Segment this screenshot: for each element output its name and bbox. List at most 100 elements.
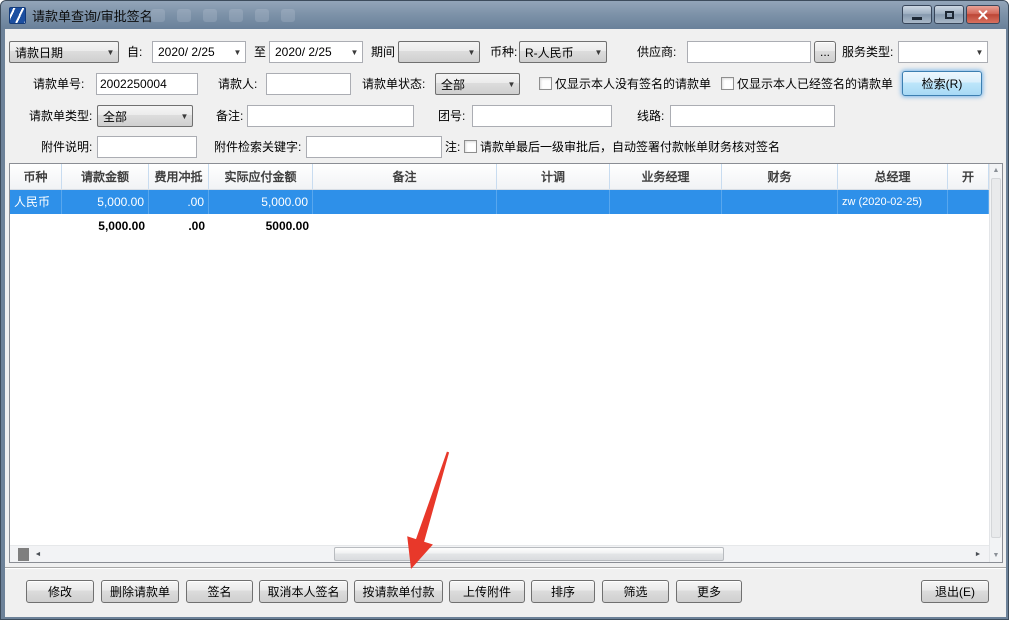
- auto-sign-checkbox[interactable]: [464, 140, 477, 153]
- bill-no-input[interactable]: [96, 73, 198, 95]
- table-row-selected[interactable]: 人民币 5,000.00 .00 5,000.00 zw (2020-02-25…: [10, 190, 989, 214]
- cell-general-manager-signature: zw (2020-02-25): [838, 190, 948, 214]
- col-header[interactable]: 计调: [497, 164, 610, 189]
- cell-request-amount: 5,000.00: [62, 190, 149, 214]
- pay-by-bill-button[interactable]: 按请款单付款: [354, 580, 443, 603]
- maximize-button[interactable]: [934, 5, 964, 24]
- only-unsigned-label: 仅显示本人没有签名的请款单: [555, 73, 711, 95]
- app-window: 请款单查询/审批签名 请款日期 ▼ 自: 2020/ 2/25 ▼ 至 2020…: [0, 0, 1009, 620]
- col-header[interactable]: 实际应付金额: [209, 164, 313, 189]
- supplier-label: 供应商:: [637, 41, 676, 63]
- table-summary-row: 5,000.00 .00 5000.00: [10, 214, 989, 238]
- period-select[interactable]: ▼: [398, 41, 480, 63]
- scroll-left-icon[interactable]: ◄: [31, 548, 45, 561]
- exit-button[interactable]: 退出(E): [921, 580, 989, 603]
- scroll-down-icon[interactable]: ▼: [990, 549, 1002, 562]
- app-icon: [9, 7, 26, 24]
- scrollbar-grip: [18, 548, 29, 561]
- currency-select[interactable]: R-人民币 ▼: [519, 41, 607, 63]
- footer-toolbar: 修改 删除请款单 签名 取消本人签名 按请款单付款 上传附件 排序 筛选 更多 …: [5, 569, 1006, 617]
- cell-currency: 人民币: [10, 190, 62, 214]
- cancel-sign-button[interactable]: 取消本人签名: [259, 580, 348, 603]
- minimize-icon: [912, 17, 922, 20]
- status-label: 请款单状态:: [362, 73, 425, 95]
- only-unsigned-checkbox[interactable]: [539, 77, 552, 90]
- currency-value: R-人民币: [520, 44, 591, 61]
- horizontal-scroll-thumb[interactable]: [334, 547, 724, 561]
- titlebar-ghost-icons: [151, 9, 295, 22]
- only-signed-checkbox[interactable]: [721, 77, 734, 90]
- applicant-input[interactable]: [266, 73, 351, 95]
- titlebar[interactable]: 请款单查询/审批签名: [1, 1, 1008, 29]
- col-header[interactable]: 费用冲抵: [149, 164, 209, 189]
- upload-attachment-button[interactable]: 上传附件: [449, 580, 525, 603]
- chevron-down-icon: ▼: [103, 48, 118, 57]
- bill-type-label: 请款单类型:: [29, 105, 92, 127]
- cell-finance: [722, 190, 838, 214]
- status-select[interactable]: 全部 ▼: [435, 73, 520, 95]
- chevron-down-icon: ▼: [230, 48, 245, 57]
- group-no-input[interactable]: [472, 105, 612, 127]
- chevron-down-icon: ▼: [504, 80, 519, 89]
- attachment-desc-input[interactable]: [97, 136, 197, 158]
- attachment-keyword-label: 附件检索关键字:: [214, 136, 301, 158]
- date-from-label: 自:: [127, 41, 142, 63]
- table-header-row: 币种 请款金额 费用冲抵 实际应付金额 备注 计调 业务经理 财务 总经理 开: [10, 164, 989, 190]
- auto-sign-label: 请款单最后一级审批后，自动签署付款帐单财务核对签名: [480, 136, 780, 158]
- attachment-desc-label: 附件说明:: [41, 136, 92, 158]
- route-input[interactable]: [670, 105, 835, 127]
- chevron-down-icon: ▼: [464, 48, 479, 57]
- cell-extra: [948, 190, 989, 214]
- cell-payable-amount: 5,000.00: [209, 190, 313, 214]
- only-signed-label: 仅显示本人已经签名的请款单: [737, 73, 893, 95]
- summary-payable-amount: 5000.00: [209, 214, 313, 238]
- chevron-down-icon: ▼: [972, 48, 987, 57]
- chevron-down-icon: ▼: [591, 48, 606, 57]
- horizontal-scrollbar[interactable]: ◄ ►: [10, 545, 989, 562]
- col-header[interactable]: 开: [948, 164, 989, 189]
- attachment-keyword-input[interactable]: [306, 136, 442, 158]
- vertical-scrollbar[interactable]: ▲ ▼: [989, 164, 1002, 562]
- bill-no-label: 请款单号:: [33, 73, 84, 95]
- col-header[interactable]: 业务经理: [610, 164, 722, 189]
- bill-table: 币种 请款金额 费用冲抵 实际应付金额 备注 计调 业务经理 财务 总经理 开 …: [9, 163, 1003, 563]
- cell-offset-amount: .00: [149, 190, 209, 214]
- service-type-label: 服务类型:: [842, 41, 893, 63]
- chevron-down-icon: ▼: [347, 48, 362, 57]
- edit-button[interactable]: 修改: [26, 580, 94, 603]
- col-header[interactable]: 财务: [722, 164, 838, 189]
- sign-button[interactable]: 签名: [186, 580, 253, 603]
- applicant-label: 请款人:: [218, 73, 257, 95]
- supplier-browse-button[interactable]: ...: [814, 41, 836, 63]
- col-header[interactable]: 请款金额: [62, 164, 149, 189]
- group-no-label: 团号:: [438, 105, 465, 127]
- scroll-right-icon[interactable]: ►: [971, 548, 985, 561]
- remark-input[interactable]: [247, 105, 414, 127]
- date-to-select[interactable]: 2020/ 2/25 ▼: [269, 41, 363, 63]
- cell-business-manager: [610, 190, 722, 214]
- bill-type-select[interactable]: 全部 ▼: [97, 105, 193, 127]
- col-header[interactable]: 总经理: [838, 164, 948, 189]
- close-button[interactable]: [966, 5, 1000, 24]
- vertical-scroll-thumb[interactable]: [991, 178, 1001, 538]
- date-to-label: 至: [254, 41, 266, 63]
- currency-label: 币种:: [490, 41, 517, 63]
- filter-button[interactable]: 筛选: [602, 580, 669, 603]
- period-label: 期间: [371, 41, 395, 63]
- date-from-select[interactable]: 2020/ 2/25 ▼: [152, 41, 246, 63]
- scroll-up-icon[interactable]: ▲: [990, 164, 1002, 177]
- more-button[interactable]: 更多: [676, 580, 742, 603]
- supplier-input[interactable]: [687, 41, 811, 63]
- service-type-select[interactable]: ▼: [898, 41, 988, 63]
- search-button[interactable]: 检索(R): [902, 71, 982, 96]
- delete-bill-button[interactable]: 删除请款单: [101, 580, 179, 603]
- sort-button[interactable]: 排序: [531, 580, 595, 603]
- note-label: 注:: [445, 136, 460, 158]
- date-type-value: 请款日期: [10, 44, 103, 61]
- date-from-value: 2020/ 2/25: [153, 45, 230, 59]
- col-header[interactable]: 币种: [10, 164, 62, 189]
- window-title: 请款单查询/审批签名: [32, 6, 153, 25]
- minimize-button[interactable]: [902, 5, 932, 24]
- col-header[interactable]: 备注: [313, 164, 497, 189]
- date-type-select[interactable]: 请款日期 ▼: [9, 41, 119, 63]
